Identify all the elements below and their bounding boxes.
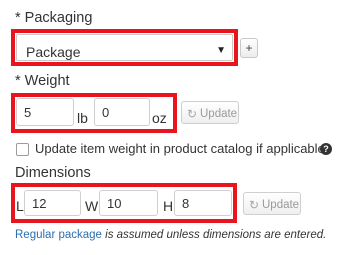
width-input[interactable] <box>99 190 158 216</box>
chevron-down-icon: ▼ <box>216 45 226 56</box>
weight-update-label: Update <box>200 108 238 120</box>
length-input[interactable] <box>24 190 81 216</box>
question-circle-icon[interactable]: ? <box>320 143 332 155</box>
length-label: L <box>16 198 24 214</box>
packaging-selected-value: Package <box>26 44 81 60</box>
dimensions-update-button[interactable]: ↻ Update <box>243 192 301 215</box>
regular-package-link[interactable]: Regular package <box>15 229 102 241</box>
dimensions-label: Dimensions <box>15 165 91 181</box>
dimensions-note-text: is assumed unless dimensions are entered… <box>101 229 327 241</box>
weight-lb-input[interactable] <box>16 98 74 126</box>
refresh-icon: ↻ <box>187 107 198 121</box>
refresh-icon: ↻ <box>249 198 260 212</box>
add-packaging-button[interactable]: + <box>240 38 258 58</box>
weight-oz-input[interactable] <box>94 98 150 126</box>
add-packaging-label: + <box>245 41 253 55</box>
dimensions-note: Regular package is assumed unless dimens… <box>15 229 326 241</box>
height-input[interactable] <box>174 190 232 216</box>
dimensions-update-label: Update <box>262 199 300 211</box>
packaging-label: * Packaging <box>15 10 93 26</box>
width-label: W <box>85 198 99 214</box>
weight-oz-unit: oz <box>152 110 167 126</box>
weight-label: * Weight <box>15 73 70 89</box>
height-label: H <box>163 198 174 214</box>
update-catalog-weight-label: Update item weight in product catalog if… <box>35 141 325 156</box>
weight-lb-unit: lb <box>77 110 88 126</box>
packaging-select[interactable]: Package ▼ <box>16 34 233 61</box>
weight-update-button[interactable]: ↻ Update <box>181 101 239 124</box>
update-catalog-weight-checkbox[interactable] <box>16 143 29 156</box>
